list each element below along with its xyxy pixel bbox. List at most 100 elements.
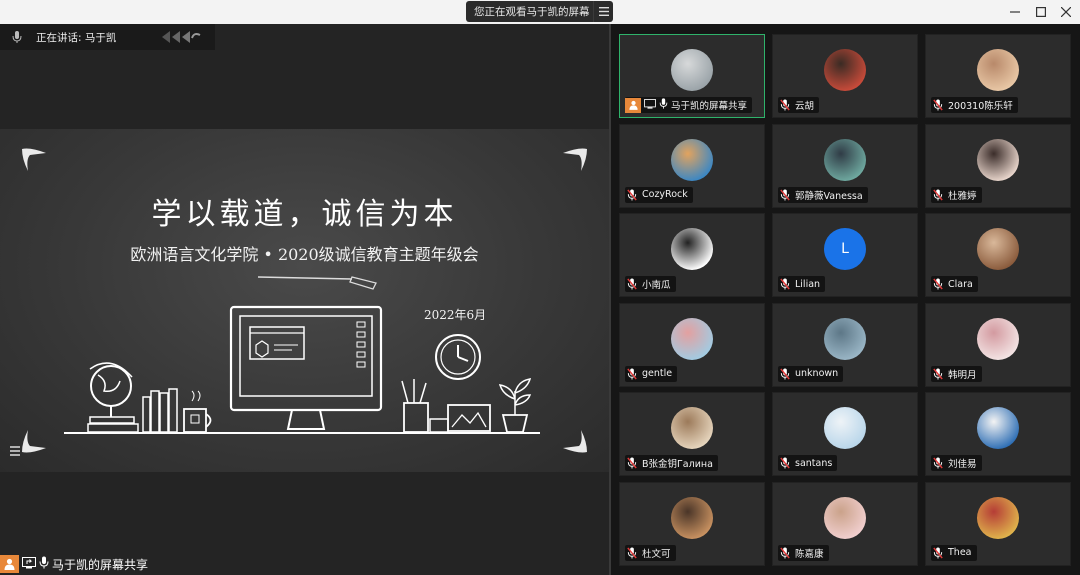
participant-name: gentle [642, 368, 673, 379]
participant-name: CozyRock [642, 189, 688, 200]
participant-name: 200310陈乐轩 [948, 101, 1013, 112]
host-icon [625, 97, 641, 113]
participant-tile[interactable]: 刘佳易 [925, 392, 1071, 476]
participant-tile[interactable]: 200310陈乐轩 [925, 34, 1071, 118]
close-icon[interactable] [1052, 0, 1080, 24]
meeting-window: 您正在观看马于凯的屏幕 正在讲话: 马于凯 学以载道，诚信为本 欧洲语言文化学院… [0, 0, 1080, 575]
slide-title: 学以载道，诚信为本 [151, 197, 458, 232]
participant-tile[interactable]: 韩明月 [925, 302, 1071, 387]
muted-mic-icon [778, 188, 792, 202]
muted-mic-icon [625, 188, 639, 202]
participant-name-bar: Lilian [778, 276, 826, 292]
muted-mic-icon [778, 98, 792, 112]
active-speaker-banner: 正在讲话: 马于凯 [0, 24, 215, 50]
avatar [671, 228, 713, 270]
participant-name-bar: 200310陈乐轩 [931, 97, 1018, 113]
participant-tile[interactable]: L Lilian [772, 213, 918, 297]
viewing-text: 您正在观看马于凯的屏幕 [474, 6, 590, 18]
participant-tile[interactable]: 马于凯的屏幕共享 [619, 34, 765, 118]
muted-mic-icon [778, 546, 792, 560]
avatar [977, 138, 1019, 181]
participant-name-bar: B张金钥Галина [625, 455, 718, 471]
muted-mic-icon [931, 546, 945, 560]
participant-name-bar: 杜雅婷 [931, 186, 982, 203]
muted-mic-icon [931, 277, 945, 291]
participant-tile[interactable]: unknown [772, 302, 918, 387]
muted-mic-icon [778, 456, 792, 470]
participant-tile[interactable]: santans [772, 392, 918, 476]
avatar [824, 49, 866, 91]
avatar [671, 407, 713, 449]
participant-name: 陈嘉康 [795, 548, 824, 560]
slide-subtitle: 欧洲语言文化学院 • 2020级诚信教育主题年级会 [130, 245, 479, 264]
avatar [977, 496, 1019, 539]
muted-mic-icon [778, 277, 792, 291]
avatar [977, 317, 1019, 360]
host-icon [0, 555, 19, 573]
maximize-icon[interactable] [1027, 0, 1055, 24]
participant-name: santans [795, 457, 833, 469]
muted-mic-icon [931, 98, 945, 112]
participant-name: 小南瓜 [642, 280, 671, 291]
participant-tile[interactable]: CozyRock [619, 123, 765, 208]
mic-icon [659, 98, 668, 112]
muted-mic-icon [625, 456, 639, 470]
participant-tile[interactable]: gentle [619, 302, 765, 387]
participant-name-bar: unknown [778, 365, 844, 382]
avatar [977, 228, 1019, 270]
presentation-slide: 学以载道，诚信为本 欧洲语言文化学院 • 2020级诚信教育主题年级会 2022… [0, 129, 609, 472]
avatar [671, 317, 713, 360]
avatar [977, 407, 1019, 449]
avatar [671, 496, 713, 539]
participant-name: 韩明月 [948, 369, 977, 381]
participant-tile[interactable]: 杜文可 [619, 481, 765, 566]
muted-mic-icon [931, 367, 945, 381]
participant-tile[interactable]: 杜雅婷 [925, 123, 1071, 208]
viewing-indicator[interactable]: 您正在观看马于凯的屏幕 [466, 1, 613, 22]
participant-name-bar: 云胡 [778, 97, 820, 113]
participant-name-bar: 马于凯的屏幕共享 [625, 97, 753, 113]
participant-tile[interactable]: Clara [925, 213, 1071, 297]
audio-level-icon [160, 29, 202, 45]
participant-name: 刘佳易 [948, 459, 977, 470]
avatar [671, 49, 713, 91]
screen-share-label[interactable]: 马于凯的屏幕共享 [0, 553, 148, 575]
participant-tile[interactable]: B张金钥Галина [619, 392, 765, 476]
participant-tile[interactable]: Thea [925, 481, 1071, 566]
participant-name-bar: 韩明月 [931, 365, 982, 382]
participant-name-bar: CozyRock [625, 186, 693, 203]
participant-name-bar: santans [778, 455, 838, 471]
avatar [977, 49, 1019, 91]
participant-name: Clara [948, 278, 973, 290]
active-speaker-text: 正在讲话: 马于凯 [36, 31, 117, 44]
avatar: L [824, 228, 866, 270]
share-screen-icon [22, 556, 36, 572]
participant-tile[interactable]: 郭静薇Vanessa [772, 123, 918, 208]
participant-name: 郭静薇Vanessa [795, 190, 863, 202]
view-options-icon[interactable] [593, 1, 613, 22]
participant-name-bar: 杜文可 [625, 544, 676, 561]
participant-gallery: 马于凯的屏幕共享 云胡 200310陈乐轩 CozyRock 郭静薇Vanessa 杜雅婷… [609, 24, 1080, 575]
participant-name-bar: gentle [625, 365, 678, 382]
participant-name-bar: 小南瓜 [625, 276, 676, 292]
participant-name: unknown [795, 368, 839, 379]
minimize-icon[interactable] [1001, 0, 1029, 24]
participant-name-bar: Clara [931, 276, 978, 292]
participant-tile[interactable]: 陈嘉康 [772, 481, 918, 566]
participant-tile[interactable]: 小南瓜 [619, 213, 765, 297]
muted-mic-icon [778, 367, 792, 381]
participant-tile[interactable]: 云胡 [772, 34, 918, 118]
slide-date: 2022年6月 [424, 308, 487, 322]
muted-mic-icon [931, 456, 945, 470]
participant-name: 马于凯的屏幕共享 [671, 101, 748, 112]
share-owner-label: 马于凯的屏幕共享 [52, 557, 149, 572]
muted-mic-icon [625, 546, 639, 560]
speaker-mic-icon [6, 30, 28, 44]
participant-name-bar: 刘佳易 [931, 455, 982, 471]
participant-name-bar: 陈嘉康 [778, 544, 829, 561]
participant-name: 杜雅婷 [948, 190, 977, 202]
shared-screen-area: 正在讲话: 马于凯 学以载道，诚信为本 欧洲语言文化学院 • 2020级诚信教育… [0, 24, 609, 575]
share-screen-icon [644, 98, 656, 112]
avatar [824, 496, 866, 539]
participant-name: 云胡 [795, 101, 815, 112]
